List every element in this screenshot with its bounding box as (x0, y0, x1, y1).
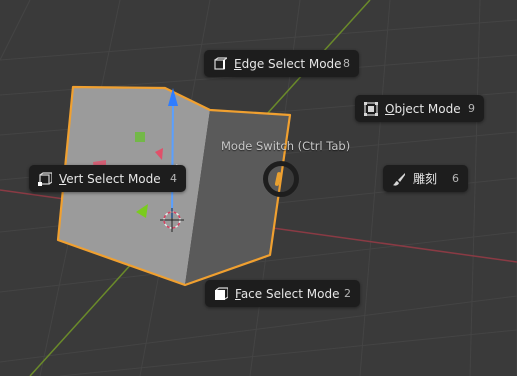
pie-menu-title: Mode Switch (Ctrl Tab) (221, 139, 351, 153)
vert-select-mode-shortcut: 4 (170, 172, 177, 185)
edge-select-icon (212, 56, 228, 72)
edge-select-mode-shortcut: 8 (343, 57, 350, 70)
vert-select-mode-label: Vert Select Mode (59, 171, 161, 186)
pie-menu-center (263, 161, 299, 197)
object-mode-icon (363, 101, 379, 117)
y-plane-handle[interactable] (135, 132, 145, 142)
edge-select-mode-label: Edge Select Mode (234, 56, 342, 71)
vertex-select-icon (37, 171, 53, 187)
edge-select-mode-item[interactable]: Edge Select Mode 8 (204, 50, 359, 77)
object-mode-item[interactable]: Object Mode 9 (355, 95, 484, 122)
sculpt-mode-shortcut: 6 (452, 172, 459, 185)
object-mode-label: Object Mode (385, 101, 461, 116)
sculpt-brush-icon (391, 171, 407, 187)
face-select-icon (213, 286, 229, 302)
object-mode-shortcut: 9 (468, 102, 475, 115)
face-select-mode-shortcut: 2 (344, 287, 351, 300)
sculpt-mode-item[interactable]: 雕刻 6 (383, 165, 468, 192)
face-select-mode-item[interactable]: Face Select Mode 2 (205, 280, 360, 307)
face-select-mode-label: Face Select Mode (235, 286, 340, 301)
sculpt-mode-label: 雕刻 (413, 172, 438, 186)
vert-select-mode-item[interactable]: Vert Select Mode 4 (29, 165, 186, 192)
